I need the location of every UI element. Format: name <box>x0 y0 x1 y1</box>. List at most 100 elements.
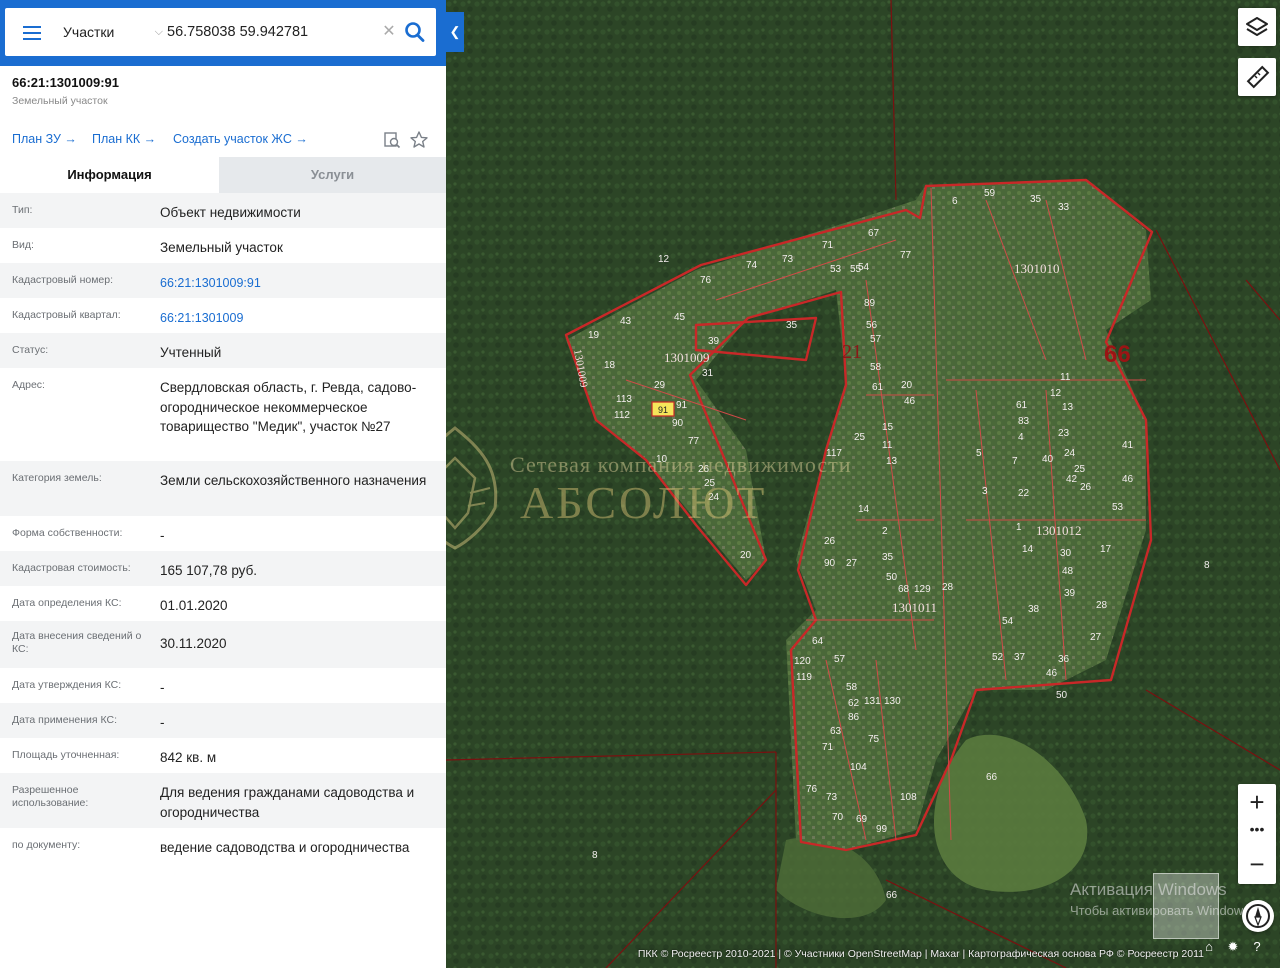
parcel-number-label[interactable]: 2 <box>882 526 888 537</box>
parcel-number-label[interactable]: 117 <box>826 448 842 459</box>
search-icon[interactable] <box>402 18 428 46</box>
parcel-number-label[interactable]: 6 <box>952 196 958 207</box>
parcel-number-label[interactable]: 35 <box>1030 194 1042 205</box>
parcel-number-label[interactable]: 50 <box>1056 690 1068 701</box>
minimap-thumbnail[interactable] <box>1153 873 1219 939</box>
parcel-number-label[interactable]: 26 <box>698 464 710 475</box>
more-options-icon[interactable]: ••• <box>1238 820 1276 846</box>
parcel-number-label[interactable]: 35 <box>786 320 798 331</box>
home-icon[interactable]: ⌂ <box>1200 938 1218 956</box>
parcel-number-label[interactable]: 46 <box>1122 474 1134 485</box>
cadastral-quarter-link[interactable]: 66:21:1301009 <box>160 309 436 329</box>
parcel-number-label[interactable]: 41 <box>1122 440 1134 451</box>
parcel-number-label[interactable]: 26 <box>824 536 836 547</box>
parcel-number-label[interactable]: 30 <box>1060 548 1072 559</box>
parcel-number-label[interactable]: 50 <box>886 572 898 583</box>
parcel-number-label[interactable]: 48 <box>1062 566 1074 577</box>
parcel-number-label[interactable]: 25 <box>854 432 866 443</box>
parcel-number-label[interactable]: 27 <box>846 558 858 569</box>
parcel-number-label[interactable]: 11 <box>1060 372 1071 383</box>
parcel-number-label[interactable]: 28 <box>942 582 954 593</box>
parcel-number-label[interactable]: 66 <box>886 890 898 901</box>
parcel-number-label[interactable]: 86 <box>848 712 860 723</box>
parcel-number-label[interactable]: 69 <box>856 814 868 825</box>
parcel-number-label[interactable]: 22 <box>1018 488 1030 499</box>
parcel-number-label[interactable]: 39 <box>1064 588 1076 599</box>
menu-icon[interactable] <box>15 22 51 44</box>
parcel-number-label[interactable]: 74 <box>746 260 758 271</box>
parcel-number-label[interactable]: 14 <box>1022 544 1034 555</box>
create-plot-link[interactable]: Создать участок ЖС → <box>173 132 308 146</box>
parcel-number-label[interactable]: 11 <box>882 440 893 451</box>
parcel-number-label[interactable]: 119 <box>796 672 812 683</box>
parcel-number-label[interactable]: 10 <box>656 454 668 465</box>
parcel-number-label[interactable]: 24 <box>708 492 720 503</box>
parcel-number-label[interactable]: 1 <box>1016 522 1022 533</box>
parcel-number-label[interactable]: 120 <box>794 656 811 667</box>
cadastral-number-link[interactable]: 66:21:1301009:91 <box>160 274 436 294</box>
parcel-number-label[interactable]: 14 <box>858 504 870 515</box>
parcel-number-label[interactable]: 89 <box>864 298 876 309</box>
parcel-number-label[interactable]: 8 <box>1204 560 1210 571</box>
parcel-number-label[interactable]: 58 <box>870 362 882 373</box>
layers-button[interactable] <box>1238 8 1276 46</box>
object-type-select[interactable]: Участки ⌵ <box>57 18 167 46</box>
parcel-number-label[interactable]: 129 <box>914 584 931 595</box>
parcel-number-label[interactable]: 20 <box>740 550 752 561</box>
parcel-number-label[interactable]: 25 <box>1074 464 1086 475</box>
parcel-number-label[interactable]: 73 <box>782 254 794 265</box>
parcel-number-label[interactable]: 61 <box>1016 400 1028 411</box>
parcel-number-label[interactable]: 71 <box>822 240 834 251</box>
parcel-number-label[interactable]: 17 <box>1100 544 1112 555</box>
favorite-star-icon[interactable] <box>409 130 429 150</box>
plan-zu-link[interactable]: План ЗУ → <box>12 132 77 146</box>
parcel-number-label[interactable]: 18 <box>604 360 616 371</box>
tab-services[interactable]: Услуги <box>219 157 446 193</box>
parcel-number-label[interactable]: 61 <box>872 382 884 393</box>
parcel-number-label[interactable]: 31 <box>702 368 714 379</box>
parcel-number-label[interactable]: 130 <box>884 696 901 707</box>
parcel-number-label[interactable]: 13 <box>886 456 898 467</box>
parcel-number-label[interactable]: 113 <box>616 394 632 405</box>
parcel-number-label[interactable]: 28 <box>1096 600 1108 611</box>
info-icon[interactable]: ? <box>1248 938 1266 956</box>
parcel-number-label[interactable]: 20 <box>901 380 913 391</box>
parcel-number-label[interactable]: 91 <box>676 400 688 411</box>
parcel-number-label[interactable]: 54 <box>858 262 870 273</box>
parcel-number-label[interactable]: 35 <box>882 552 894 563</box>
parcel-number-label[interactable]: 15 <box>882 422 894 433</box>
parcel-number-label[interactable]: 53 <box>1112 502 1124 513</box>
parcel-number-label[interactable]: 3 <box>982 486 988 497</box>
measure-button[interactable] <box>1238 58 1276 96</box>
parcel-number-label[interactable]: 73 <box>826 792 838 803</box>
parcel-number-label[interactable]: 23 <box>1058 428 1070 439</box>
show-on-plan-icon[interactable] <box>382 130 402 150</box>
parcel-number-label[interactable]: 7 <box>1012 456 1018 467</box>
parcel-number-label[interactable]: 64 <box>812 636 824 647</box>
parcel-number-label[interactable]: 77 <box>900 250 912 261</box>
zoom-out-button[interactable]: − <box>1238 846 1276 884</box>
parcel-number-label[interactable]: 38 <box>1028 604 1040 615</box>
parcel-number-label[interactable]: 39 <box>708 336 720 347</box>
parcel-number-label[interactable]: 54 <box>1002 616 1014 627</box>
parcel-number-label[interactable]: 19 <box>588 330 600 341</box>
parcel-number-label[interactable]: 62 <box>848 698 860 709</box>
parcel-number-label[interactable]: 57 <box>834 654 846 665</box>
parcel-number-label[interactable]: 33 <box>1058 202 1070 213</box>
parcel-number-label[interactable]: 53 <box>830 264 842 275</box>
parcel-number-label[interactable]: 36 <box>1058 654 1070 665</box>
parcel-number-label[interactable]: 5 <box>976 448 982 459</box>
parcel-number-label[interactable]: 83 <box>1018 416 1030 427</box>
parcel-number-label[interactable]: 104 <box>850 762 867 773</box>
parcel-number-label[interactable]: 29 <box>654 380 666 391</box>
collapse-panel-icon[interactable]: ❮ <box>446 12 464 52</box>
map-view[interactable]: 91 12 59 35 33 6 76 74 73 71 53 55 54 77 67 19 43 45 35 18… <box>446 0 1280 968</box>
parcel-number-label[interactable]: 12 <box>658 254 670 265</box>
parcel-number-label[interactable]: 40 <box>1042 454 1054 465</box>
parcel-number-label[interactable]: 131 <box>864 696 881 707</box>
parcel-number-label[interactable]: 77 <box>688 436 700 447</box>
parcel-number-label[interactable]: 76 <box>806 784 818 795</box>
parcel-number-label[interactable]: 25 <box>704 478 716 489</box>
parcel-number-label[interactable]: 75 <box>868 734 880 745</box>
parcel-number-label[interactable]: 46 <box>1046 668 1058 679</box>
